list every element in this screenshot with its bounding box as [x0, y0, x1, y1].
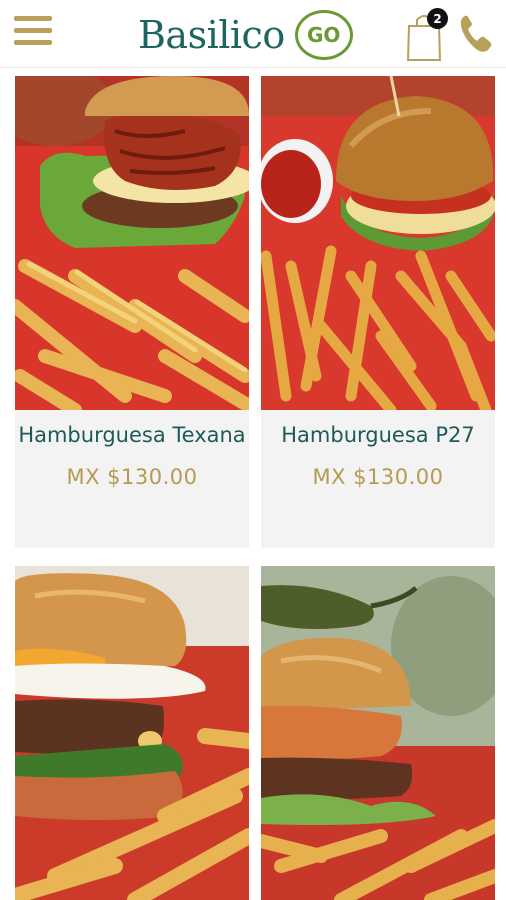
brand-logo[interactable]: Basilico GO [138, 10, 353, 60]
shopping-bag-icon[interactable]: 2 [404, 8, 448, 62]
phone-icon[interactable] [456, 12, 494, 56]
product-price: MX $130.00 [312, 465, 444, 489]
product-image-p27[interactable] [261, 76, 495, 410]
product-image-texana[interactable] [15, 76, 249, 410]
brand-go-badge: GO [294, 10, 353, 60]
product-card[interactable] [261, 566, 495, 900]
app-header: Basilico GO 2 [0, 0, 506, 68]
product-price: MX $130.00 [66, 465, 198, 489]
product-name: Hamburguesa Texana [18, 423, 246, 447]
product-image-jalapeno-burger[interactable] [261, 566, 495, 900]
product-info: Hamburguesa P27 MX $130.00 [261, 410, 495, 548]
product-name: Hamburguesa P27 [281, 423, 475, 447]
hamburger-menu-icon[interactable] [14, 16, 54, 50]
product-card[interactable]: Hamburguesa P27 MX $130.00 [261, 76, 495, 548]
product-image-egg-burger[interactable] [15, 566, 249, 900]
product-info: Hamburguesa Texana MX $130.00 [15, 410, 249, 548]
product-card[interactable]: Hamburguesa Texana MX $130.00 [15, 76, 249, 548]
product-card[interactable] [15, 566, 249, 900]
brand-name: Basilico [138, 13, 285, 57]
cart-count-badge: 2 [427, 8, 448, 29]
